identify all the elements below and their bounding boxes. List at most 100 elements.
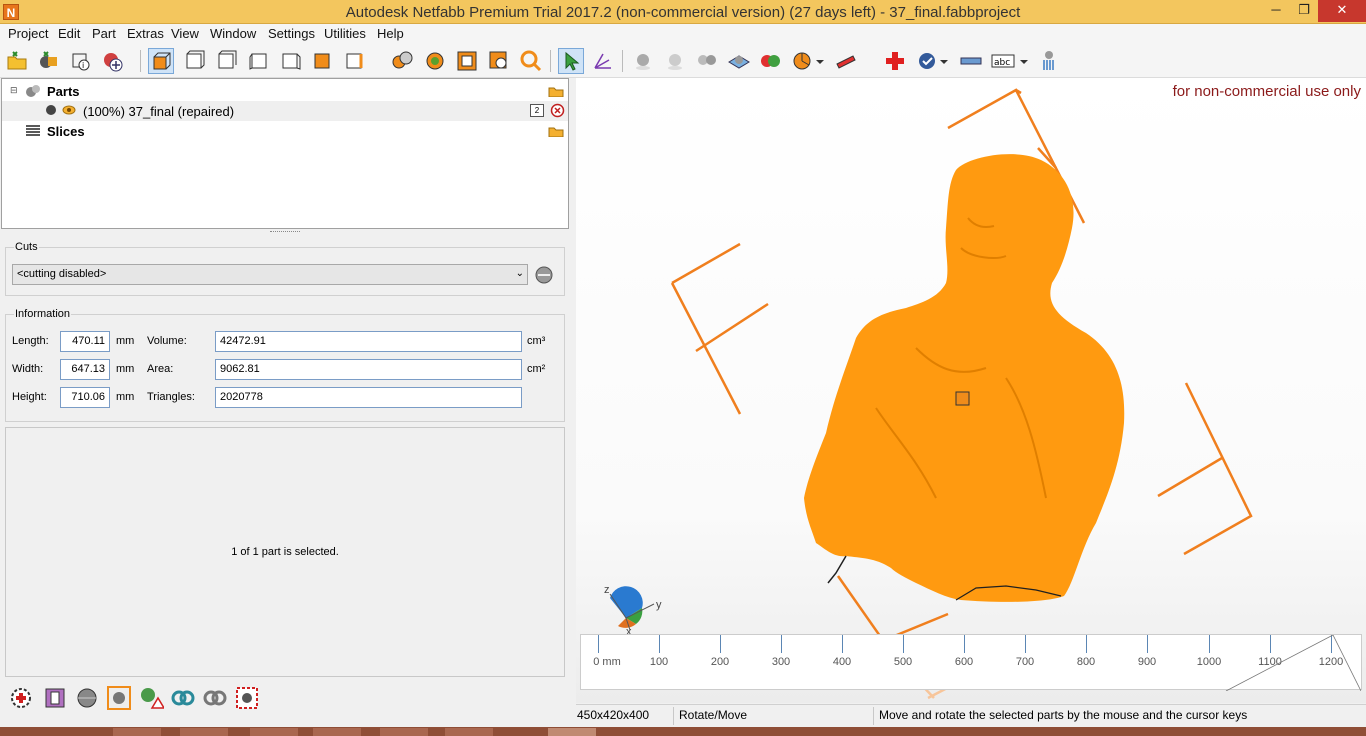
repair-gear-button[interactable] [8, 685, 34, 711]
spheres-multi-icon [698, 55, 716, 65]
sphere-green-icon [426, 52, 444, 70]
height-field[interactable]: 710.06 [60, 387, 110, 408]
gear-red-icon [236, 687, 258, 709]
height-unit: mm [116, 391, 135, 403]
add-button[interactable] [100, 48, 126, 74]
taskbar-app-button[interactable] [180, 728, 228, 736]
taskbar-app-button[interactable] [380, 728, 428, 736]
taskbar-app-button[interactable] [250, 728, 298, 736]
color-mode-button[interactable] [758, 48, 784, 74]
view-default-button[interactable] [148, 48, 174, 74]
status-divider [873, 707, 874, 725]
split-tool-button[interactable] [202, 685, 228, 711]
sphere-tool-button[interactable] [74, 685, 100, 711]
tree-slices-node[interactable]: Slices [2, 121, 568, 141]
slice-view-button[interactable] [726, 48, 752, 74]
multi-view-button[interactable] [694, 48, 720, 74]
eye-icon[interactable] [62, 104, 76, 116]
width-field[interactable]: 647.13 [60, 359, 110, 380]
cube-bottom-icon [346, 53, 363, 69]
information-group: Information Length: 470.11 mm Width: 647… [5, 308, 565, 422]
tree-parts-node[interactable]: ⊟ Parts [2, 81, 568, 101]
zoom-selected-button[interactable] [422, 48, 448, 74]
analysis-dropdown[interactable] [938, 48, 950, 74]
section-dropdown[interactable] [814, 48, 826, 74]
view-bottom-button[interactable] [342, 48, 368, 74]
taskbar-app-button[interactable] [113, 728, 161, 736]
pivot-handle[interactable] [955, 391, 970, 406]
section-view-button[interactable] [790, 48, 816, 74]
triangles-field[interactable]: 2020778 [215, 387, 522, 408]
shading-button[interactable] [630, 48, 656, 74]
close-button[interactable]: ✕ [1318, 0, 1366, 22]
scene-canvas[interactable]: z y x [576, 78, 1366, 703]
menu-utilities[interactable]: Utilities [324, 26, 366, 41]
ruler-button[interactable] [958, 48, 984, 74]
view-left-button[interactable] [246, 48, 272, 74]
zoom-window-button[interactable] [486, 48, 512, 74]
folder-open-icon [7, 51, 27, 70]
zoom-box-button[interactable] [454, 48, 480, 74]
measure-button[interactable] [834, 48, 860, 74]
part-item-label: (100%) 37_final (repaired) [83, 104, 235, 119]
menu-project[interactable]: Project [8, 26, 48, 41]
view-front-button[interactable] [182, 48, 208, 74]
spheres-icon [392, 51, 413, 69]
area-field[interactable]: 9062.81 [215, 359, 522, 380]
cut-settings-icon[interactable] [532, 264, 556, 286]
collapse-icon[interactable]: ⊟ [10, 85, 18, 96]
menu-help[interactable]: Help [377, 26, 404, 41]
zoom-button[interactable] [518, 48, 544, 74]
panel-splitter[interactable] [270, 231, 300, 234]
folder-icon[interactable] [548, 125, 564, 137]
merge-tool-button[interactable] [170, 685, 196, 711]
warning-tool-button[interactable] [138, 685, 166, 711]
svg-text:i: i [82, 61, 84, 70]
menu-view[interactable]: View [171, 26, 199, 41]
volume-field[interactable]: 42472.91 [215, 331, 522, 352]
part-info-button[interactable]: i [68, 48, 94, 74]
view-top-button[interactable] [310, 48, 336, 74]
open-project-button[interactable] [4, 48, 30, 74]
label-button[interactable]: abc [990, 48, 1016, 74]
view-back-button[interactable] [214, 48, 240, 74]
cuts-select[interactable]: <cutting disabled> ⌄ [12, 264, 528, 285]
taskbar-app-button[interactable] [313, 728, 361, 736]
settings-tool-button[interactable] [234, 685, 260, 711]
bust-model[interactable] [804, 154, 1125, 602]
repair-button[interactable] [882, 48, 908, 74]
select-tool-button[interactable] [558, 48, 584, 74]
sphere-shaded-icon [636, 54, 650, 70]
folder-icon[interactable] [548, 85, 564, 97]
menu-part[interactable]: Part [92, 26, 116, 41]
tree-part-item[interactable]: (100%) 37_final (repaired) 2 [2, 101, 568, 121]
ruler-label: 700 [1015, 656, 1035, 668]
transparency-button[interactable] [662, 48, 688, 74]
menu-edit[interactable]: Edit [58, 26, 80, 41]
add-part-button[interactable] [36, 48, 62, 74]
label-dropdown[interactable] [1018, 48, 1030, 74]
part-count-badge[interactable]: 2 [530, 104, 544, 117]
menu-settings[interactable]: Settings [268, 26, 315, 41]
menu-window[interactable]: Window [210, 26, 256, 41]
menu-bar: Project Edit Part Extras View Window Set… [0, 24, 1366, 44]
3d-viewport[interactable]: for non-commercial use only z y x 0 mm 1… [576, 78, 1366, 703]
minimize-button[interactable]: ─ [1262, 0, 1290, 22]
view-right-button[interactable] [278, 48, 304, 74]
maximize-button[interactable]: ❐ [1290, 0, 1318, 22]
box-tool-button[interactable] [106, 685, 132, 711]
ruler-label: 400 [832, 656, 852, 668]
menu-extras[interactable]: Extras [127, 26, 164, 41]
taskbar-app-button[interactable] [445, 728, 493, 736]
remove-circle-icon[interactable] [550, 103, 565, 118]
ruler-label: 100 [649, 656, 669, 668]
cube-tool-button[interactable] [42, 685, 68, 711]
support-button[interactable] [1036, 48, 1062, 74]
taskbar-app-button-active[interactable] [548, 728, 596, 736]
zoom-parts-button[interactable] [390, 48, 416, 74]
area-label: Area: [147, 363, 174, 375]
analysis-button[interactable] [914, 48, 940, 74]
add-part-icon [40, 51, 57, 68]
rotate-tool-button[interactable] [590, 48, 616, 74]
length-field[interactable]: 470.11 [60, 331, 110, 352]
